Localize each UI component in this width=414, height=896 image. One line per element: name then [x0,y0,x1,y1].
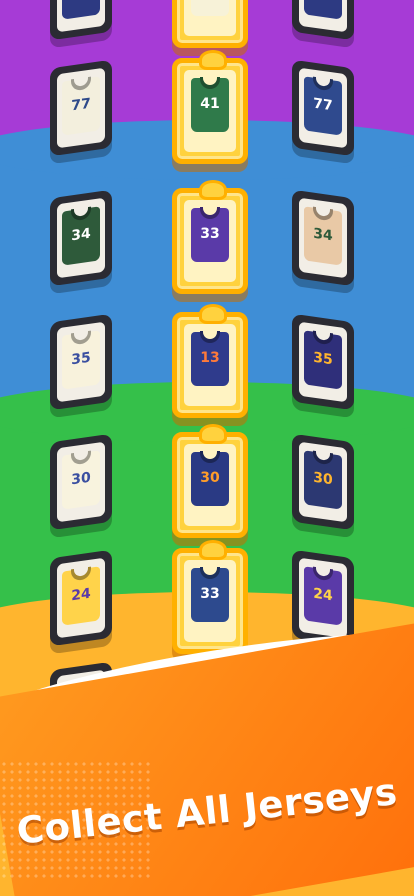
jersey-icon: 30 [191,450,229,506]
jersey-frame-center[interactable]: 33 [172,540,248,654]
jersey-icon: 24 [62,566,100,626]
frame-backing: 41 [184,70,236,152]
jersey-icon [62,0,100,20]
crown-ornament-icon [199,180,227,200]
jersey-icon: 77 [62,76,100,136]
jersey-number: 13 [200,350,220,366]
frame-backing: 24 [57,557,105,639]
jersey-number: 33 [200,226,220,242]
jersey-number: 77 [313,95,333,115]
jersey-frame-left[interactable]: 35 [50,313,112,411]
crown-ornament-icon [199,50,227,70]
jersey-number: 24 [313,585,333,605]
jersey-icon: 77 [304,76,342,136]
jersey-frame-right[interactable]: 34 [292,189,354,287]
frame-backing [299,0,347,33]
jersey-icon: 30 [62,450,100,510]
frame-backing: 35 [299,321,347,403]
jersey-icon [304,0,342,20]
jersey-frame-left[interactable]: 34 [50,189,112,287]
jersey-number: 30 [71,469,91,489]
jersey-frame-right[interactable]: 24 [292,549,354,647]
jersey-icon: 35 [304,330,342,390]
crown-ornament-icon [199,540,227,560]
frame-backing: 31 [184,0,236,36]
jersey-icon: 31 [191,0,229,16]
jersey-icon: 13 [191,330,229,386]
jersey-icon: 34 [304,206,342,266]
frame-backing: 30 [57,441,105,523]
frame-backing: 30 [299,441,347,523]
frame-backing: 13 [184,324,236,406]
jersey-icon: 33 [191,566,229,622]
jersey-frame-left[interactable]: 30 [50,433,112,531]
jersey-number: 33 [200,586,220,602]
jersey-number: 30 [200,470,220,486]
frame-backing: 24 [299,557,347,639]
jersey-frame-center[interactable]: 41 [172,50,248,164]
jersey-icon: 34 [62,206,100,266]
jersey-number: 35 [71,349,91,369]
jersey-number: 35 [313,349,333,369]
jersey-number: 77 [71,95,91,115]
jersey-icon: 35 [62,330,100,390]
frame-backing: 77 [57,67,105,149]
frame-backing: 35 [57,321,105,403]
frame-backing [57,0,105,33]
jersey-frame-center[interactable]: 13 [172,304,248,418]
jersey-icon: 41 [191,76,229,132]
frame-backing: 77 [299,67,347,149]
jersey-number: 34 [71,225,91,245]
jersey-number: 30 [313,469,333,489]
jersey-icon: 30 [304,450,342,510]
frame-backing: 30 [184,444,236,526]
jersey-hall-scene: 31774177343334351335303030243324151 Coll… [0,0,414,896]
jersey-number: 24 [71,585,91,605]
frame-backing: 33 [184,200,236,282]
jersey-frame-center[interactable]: 30 [172,424,248,538]
jersey-number: 34 [313,225,333,245]
frame-backing: 33 [184,560,236,642]
jersey-icon: 33 [191,206,229,262]
jersey-frame-right[interactable]: 35 [292,313,354,411]
jersey-frame-center[interactable]: 31 [172,0,248,48]
jersey-number: 41 [200,96,220,112]
jersey-icon: 24 [304,566,342,626]
crown-ornament-icon [199,424,227,444]
jersey-frame-right[interactable]: 30 [292,433,354,531]
jersey-frame-right[interactable]: 77 [292,59,354,157]
jersey-frame-left[interactable]: 77 [50,59,112,157]
crown-ornament-icon [199,304,227,324]
jersey-frame-center[interactable]: 33 [172,180,248,294]
frame-backing: 34 [57,197,105,279]
jersey-frame-left[interactable]: 24 [50,549,112,647]
frame-backing: 34 [299,197,347,279]
